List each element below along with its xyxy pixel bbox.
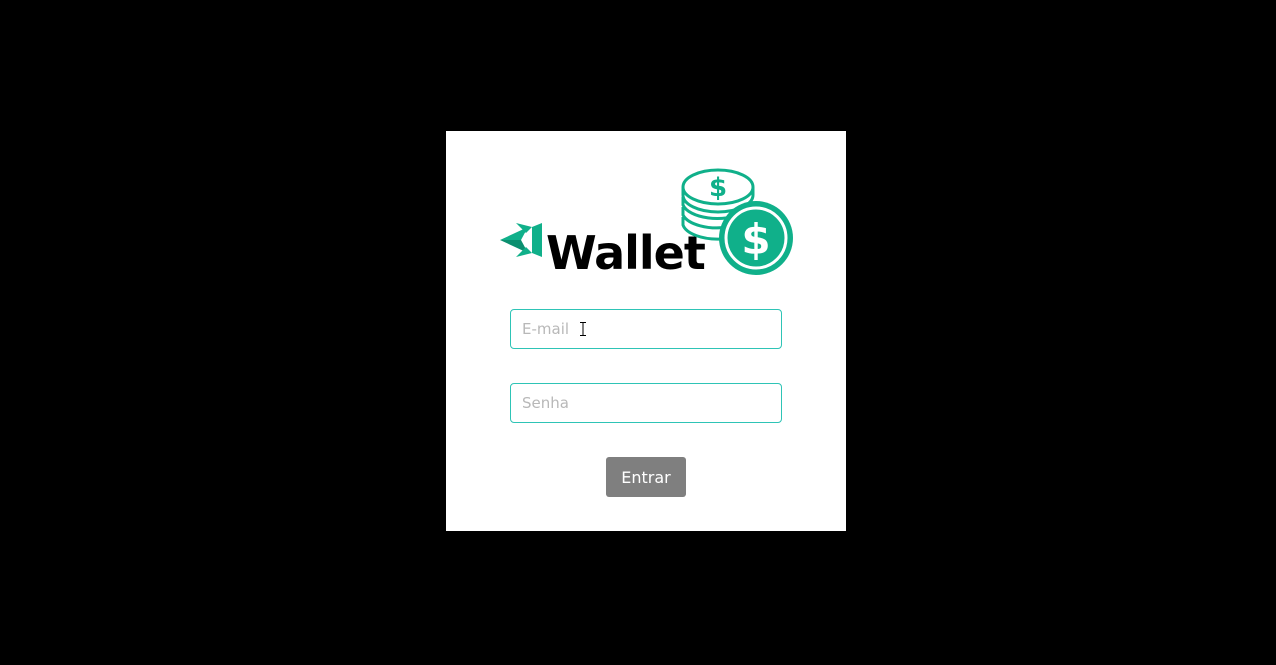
text-cursor-icon bbox=[580, 322, 586, 336]
login-button[interactable]: Entrar bbox=[606, 457, 686, 497]
svg-text:$: $ bbox=[741, 215, 770, 264]
arrow-logo-icon bbox=[500, 223, 542, 257]
email-input[interactable] bbox=[510, 309, 782, 349]
dollar-coin-icon: $ bbox=[719, 201, 793, 275]
logo-wordmark: Wallet bbox=[546, 226, 705, 277]
password-input[interactable] bbox=[510, 383, 782, 423]
login-card: Wallet $ $ Entrar bbox=[446, 131, 846, 531]
svg-text:$: $ bbox=[709, 173, 727, 203]
wallet-logo: Wallet $ $ bbox=[498, 167, 798, 277]
